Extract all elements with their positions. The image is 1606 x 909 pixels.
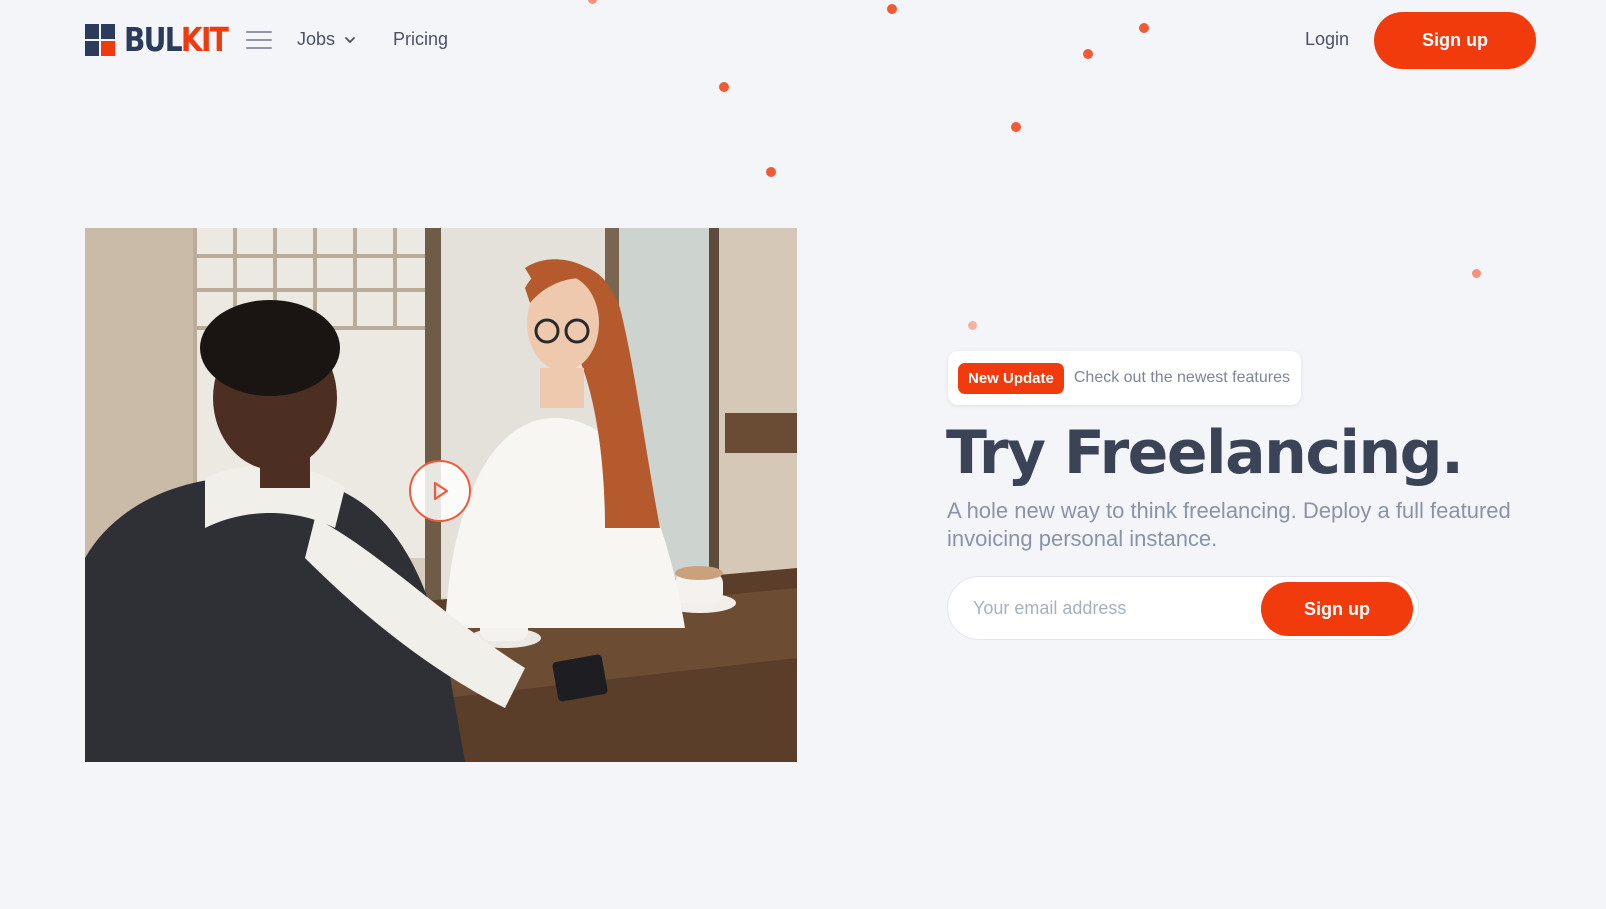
email-input[interactable]: [973, 588, 1243, 628]
logo-mark-icon: [85, 24, 115, 56]
logo-text-part2: KIT: [180, 20, 229, 59]
update-banner-text: Check out the newest features: [1073, 369, 1290, 386]
decorative-dot: [719, 82, 729, 92]
hero-image: [85, 228, 797, 762]
signup-button[interactable]: Sign up: [1374, 12, 1536, 69]
new-update-badge: New Update: [958, 362, 1064, 394]
form-signup-button[interactable]: Sign up: [1261, 582, 1413, 636]
decorative-dot: [1011, 122, 1021, 132]
hero-title: Try Freelancing.: [946, 418, 1464, 488]
play-video-button[interactable]: [409, 460, 471, 522]
nav-item-label: Jobs: [297, 29, 336, 49]
chevron-down-icon: [345, 36, 355, 43]
decorative-dot: [766, 167, 776, 177]
decorative-dot: [1472, 269, 1481, 278]
update-banner[interactable]: New Update Check out the newest features: [948, 351, 1301, 405]
hero-subtitle: A hole new way to think freelancing. Dep…: [947, 498, 1511, 551]
nav-item-jobs[interactable]: Jobs: [297, 29, 356, 50]
landing-page: BULKIT Jobs Pricing Login Sign up New Up…: [0, 0, 1606, 909]
play-icon: [433, 481, 449, 501]
navbar: BULKIT Jobs Pricing Login Sign up: [0, 0, 1606, 82]
hamburger-icon[interactable]: [246, 31, 272, 49]
logo-text-part1: BUL: [124, 20, 183, 59]
email-signup-form: Sign up: [947, 576, 1419, 640]
logo-wordmark: BULKIT: [124, 23, 229, 56]
nav-item-pricing[interactable]: Pricing: [393, 29, 448, 50]
nav-item-label: Pricing: [393, 29, 449, 49]
decorative-dot: [968, 321, 977, 330]
login-link[interactable]: Login: [1305, 29, 1349, 50]
brand-logo[interactable]: BULKIT: [85, 23, 245, 56]
